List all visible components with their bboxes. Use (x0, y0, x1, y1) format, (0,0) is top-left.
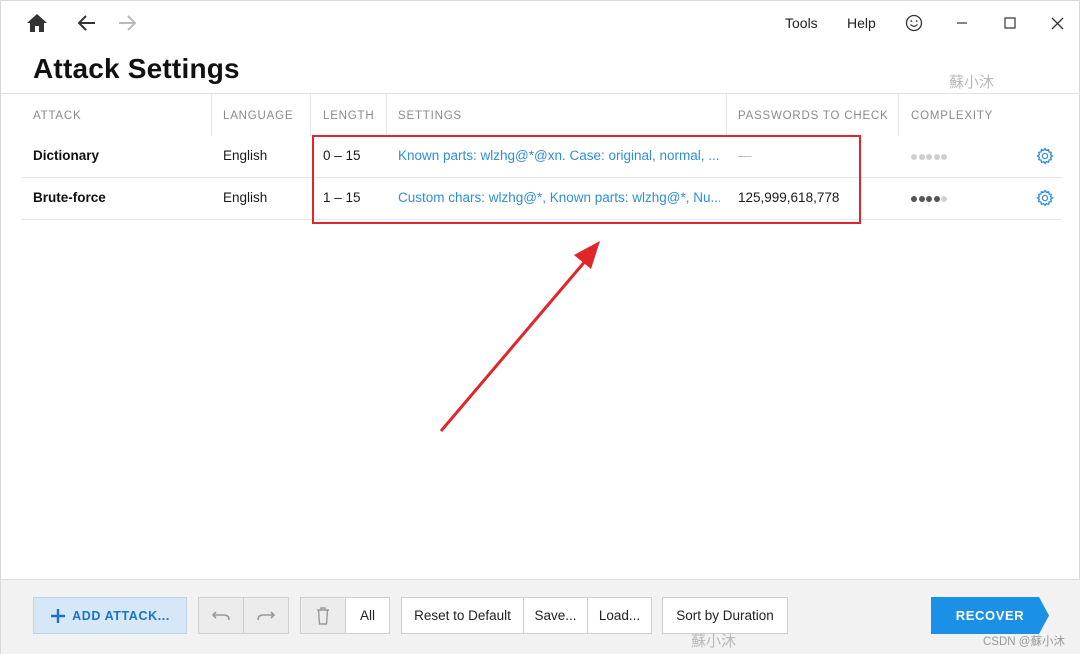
recover-button[interactable]: RECOVER (931, 597, 1049, 634)
close-button[interactable] (1041, 9, 1073, 37)
load-button[interactable]: Load... (587, 597, 652, 634)
header-language[interactable]: LANGUAGE (223, 110, 293, 122)
column-divider[interactable] (898, 94, 899, 136)
complexity-dot (941, 154, 947, 160)
complexity-indicator (911, 154, 947, 160)
gear-icon[interactable] (1036, 147, 1054, 165)
attack-language: English (223, 148, 268, 163)
smiley-icon (905, 14, 923, 32)
page-title: Attack Settings (33, 53, 240, 84)
app-window: Tools Help Attack Settings 蘇小沐 ATTACK LA… (0, 0, 1080, 654)
column-divider[interactable] (726, 94, 727, 136)
complexity-dot (911, 154, 917, 160)
add-attack-button[interactable]: ADD ATTACK... (33, 597, 187, 634)
watermark: 蘇小沐 (691, 632, 737, 650)
column-divider[interactable] (211, 94, 212, 136)
complexity-dot (933, 154, 940, 160)
complexity-dot (926, 196, 932, 202)
home-icon (27, 14, 47, 32)
complexity-dot (933, 196, 940, 202)
complexity-dot (911, 196, 917, 202)
delete-all-button[interactable]: All (345, 597, 390, 634)
column-divider[interactable] (386, 94, 387, 136)
feedback-button[interactable] (898, 9, 930, 37)
header-passwords[interactable]: PASSWORDS TO CHECK (738, 110, 889, 122)
complexity-dot (941, 196, 947, 202)
arrow-right-icon (119, 15, 137, 31)
credit-text: CSDN @蘇小沐 (983, 636, 1065, 648)
complexity-dot (918, 196, 925, 202)
header-settings[interactable]: SETTINGS (398, 110, 462, 122)
column-divider[interactable] (310, 94, 311, 136)
maximize-icon (1004, 17, 1016, 29)
complexity-dot (918, 154, 925, 160)
arrow-left-icon (77, 15, 95, 31)
watermark: 蘇小沐 (949, 73, 995, 91)
back-button[interactable] (73, 9, 101, 37)
title-bar: Tools Help (1, 1, 1080, 45)
trash-icon (317, 606, 329, 625)
complexity-dot (926, 154, 932, 160)
attack-language: English (223, 190, 268, 205)
close-icon (1051, 17, 1063, 29)
attack-name: Dictionary (33, 148, 100, 163)
plus-icon (51, 608, 66, 623)
maximize-button[interactable] (994, 9, 1026, 37)
minimize-button[interactable] (946, 9, 978, 37)
footer-toolbar: ADD ATTACK... All Reset to Default Save.… (1, 579, 1080, 654)
header-length[interactable]: LENGTH (323, 110, 374, 122)
sort-by-duration-button[interactable]: Sort by Duration (662, 597, 788, 634)
save-button[interactable]: Save... (523, 597, 588, 634)
menu-tools[interactable]: Tools (785, 15, 818, 31)
attack-name: Brute-force (33, 190, 106, 205)
menu-help[interactable]: Help (847, 15, 876, 31)
annotation-highlight-box (312, 135, 861, 224)
forward-button[interactable] (113, 9, 141, 37)
add-attack-label: ADD ATTACK... (72, 608, 170, 623)
header-complexity[interactable]: COMPLEXITY (911, 110, 993, 122)
reset-to-default-button[interactable]: Reset to Default (401, 597, 524, 634)
gear-icon[interactable] (1036, 189, 1054, 207)
undo-icon (211, 610, 230, 620)
delete-button[interactable] (300, 597, 346, 634)
header-attack[interactable]: ATTACK (33, 110, 81, 122)
minimize-icon (957, 22, 967, 24)
undo-button[interactable] (198, 597, 244, 634)
home-button[interactable] (23, 9, 51, 37)
complexity-indicator (911, 196, 947, 202)
redo-icon (257, 610, 276, 620)
redo-button[interactable] (243, 597, 289, 634)
